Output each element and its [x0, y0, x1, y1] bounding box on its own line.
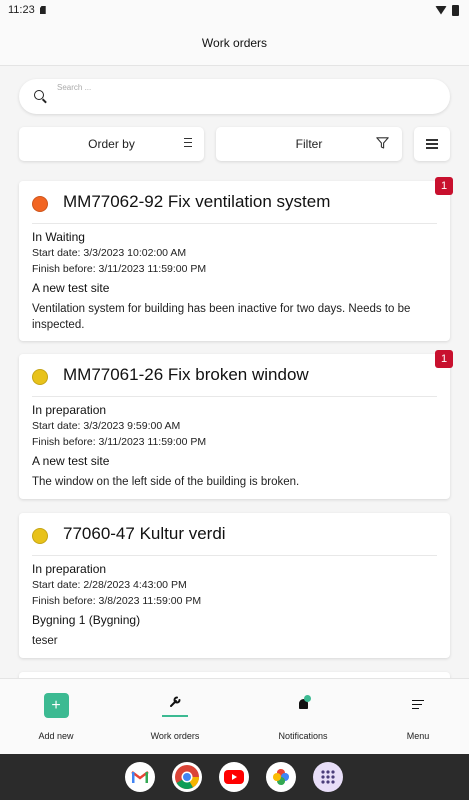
search-icon	[34, 90, 44, 100]
nav-label: Notifications	[278, 731, 328, 741]
divider	[32, 396, 437, 397]
work-order-title: MM77062-92 Fix ventilation system	[63, 192, 331, 211]
nav-add-new[interactable]: + Add new	[19, 679, 93, 755]
work-order-card[interactable]: MM77061-26 Fix broken window 1 In prepar…	[19, 350, 453, 499]
nav-notifications[interactable]: Notifications	[266, 679, 340, 755]
sort-list-icon	[180, 138, 192, 150]
search-input[interactable]	[57, 83, 437, 92]
work-order-title: 77060-47 Kultur verdi	[63, 524, 226, 543]
status-indicator-dot	[32, 528, 48, 544]
wifi-icon	[435, 5, 447, 15]
work-order-card[interactable]: 77060-47 Kultur verdi In preparation Sta…	[19, 513, 450, 658]
start-date: Start date: 2/28/2023 4:43:00 PM	[32, 579, 187, 591]
site-name: A new test site	[32, 281, 110, 295]
menu-icon	[412, 700, 424, 712]
nav-work-orders[interactable]: Work orders	[138, 679, 212, 755]
work-order-status: In Waiting	[32, 230, 85, 244]
work-order-status: In preparation	[32, 562, 107, 576]
work-order-status: In preparation	[32, 403, 107, 417]
nav-label: Work orders	[150, 731, 200, 741]
system-taskbar	[0, 754, 469, 800]
nav-menu[interactable]: Menu	[381, 679, 455, 755]
clock: 11:23	[8, 4, 35, 16]
site-name: Bygning 1 (Bygning)	[32, 613, 141, 627]
wrench-icon	[169, 696, 180, 707]
unread-dot	[304, 695, 311, 702]
system-status-bar: 11:23	[0, 0, 469, 20]
divider	[32, 555, 437, 556]
notification-count-badge: 1	[435, 350, 453, 368]
work-order-card[interactable]: MM77062-92 Fix ventilation system 1 In W…	[19, 177, 453, 341]
filter-icon	[376, 137, 389, 149]
status-indicator-dot	[32, 369, 48, 385]
app-drawer-icon[interactable]	[313, 762, 343, 792]
work-order-title: MM77061-26 Fix broken window	[63, 365, 309, 384]
hamburger-icon	[426, 137, 438, 152]
active-tab-indicator	[162, 715, 188, 717]
sim-card-icon	[39, 6, 46, 14]
nav-label: Add new	[38, 731, 74, 741]
notification-count-badge: 1	[435, 177, 453, 195]
order-by-label: Order by	[88, 137, 135, 151]
finish-date: Finish before: 3/8/2023 11:59:00 PM	[32, 595, 202, 607]
search-bar[interactable]	[19, 79, 450, 114]
bottom-navigation: + Add new Work orders Notifications Menu	[0, 678, 469, 754]
finish-date: Finish before: 3/11/2023 11:59:00 PM	[32, 436, 207, 448]
work-order-description: The window on the left side of the build…	[32, 476, 300, 488]
battery-icon	[452, 4, 459, 16]
divider	[32, 223, 437, 224]
page-title: Work orders	[201, 35, 268, 50]
plus-icon: +	[43, 693, 69, 718]
start-date: Start date: 3/3/2023 9:59:00 AM	[32, 420, 181, 432]
start-date: Start date: 3/3/2023 10:02:00 AM	[32, 247, 187, 259]
nav-label: Menu	[406, 731, 430, 741]
youtube-icon[interactable]	[219, 762, 249, 792]
view-options-button[interactable]	[414, 127, 450, 161]
site-name: A new test site	[32, 454, 110, 468]
app-header: Work orders	[0, 20, 469, 66]
status-indicator-dot	[32, 196, 48, 212]
order-by-button[interactable]: Order by	[19, 127, 204, 161]
filter-button[interactable]: Filter	[216, 127, 402, 161]
filter-label: Filter	[295, 137, 323, 151]
photos-icon[interactable]	[266, 762, 296, 792]
gmail-icon[interactable]	[125, 762, 155, 792]
work-order-description: teser	[32, 635, 58, 647]
chrome-icon[interactable]	[172, 762, 202, 792]
finish-date: Finish before: 3/11/2023 11:59:00 PM	[32, 263, 207, 275]
work-order-description: Ventilation system for building has been…	[32, 303, 411, 331]
